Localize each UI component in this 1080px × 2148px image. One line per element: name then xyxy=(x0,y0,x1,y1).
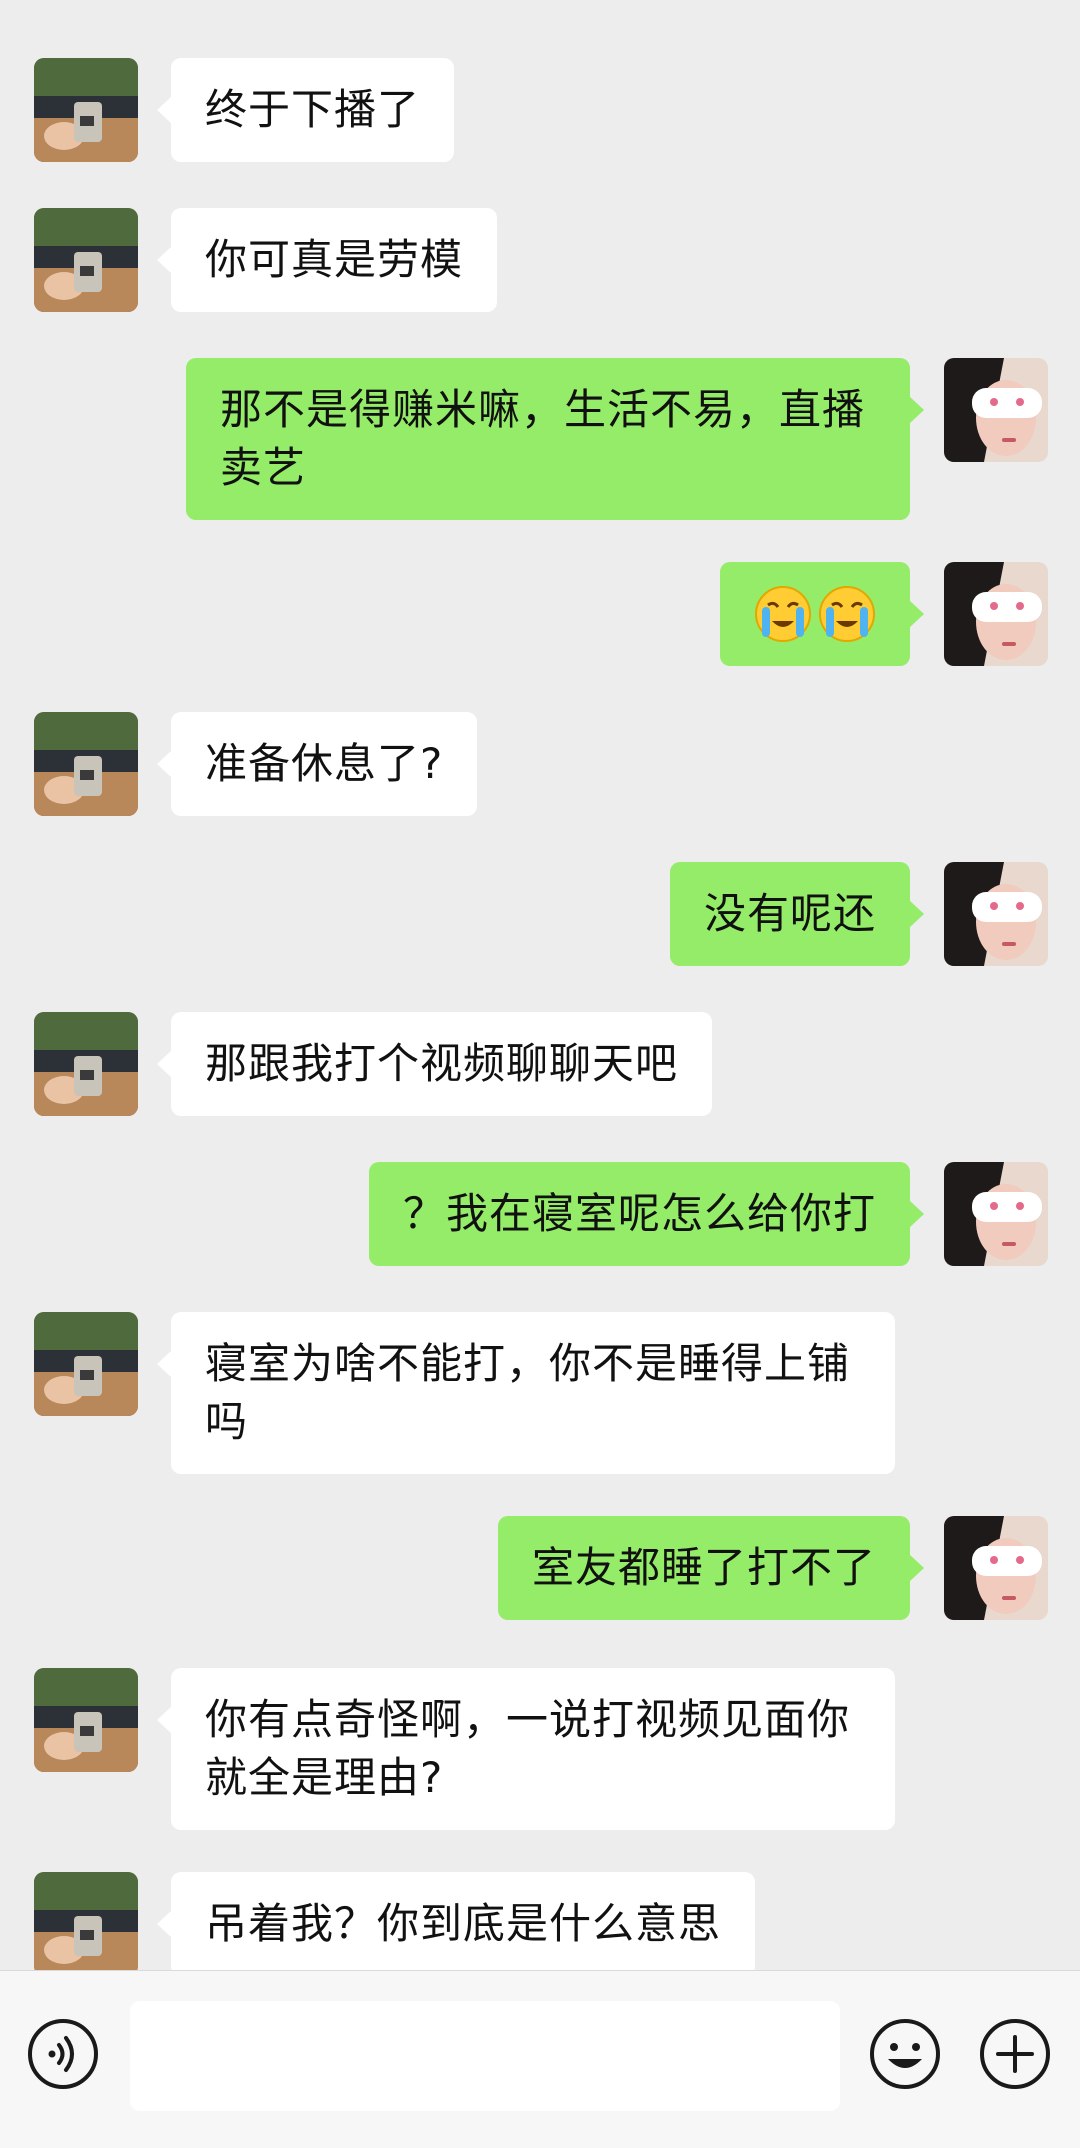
message-bubble-outgoing[interactable]: 那不是得赚米嘛，生活不易，直播卖艺 xyxy=(186,358,924,520)
message-row-incoming: 你有点奇怪啊，一说打视频见面你就全是理由? xyxy=(0,1668,1080,1830)
self-avatar[interactable] xyxy=(944,562,1048,666)
loudly-crying-face-icon xyxy=(755,586,811,642)
chat-input-bar xyxy=(0,1970,1080,2148)
message-row-incoming: 那跟我打个视频聊聊天吧 xyxy=(0,1012,1080,1116)
self-avatar[interactable] xyxy=(944,1516,1048,1620)
message-row-incoming: 你可真是劳模 xyxy=(0,208,1080,312)
message-bubble-incoming[interactable]: 准备休息了? xyxy=(156,712,478,816)
message-text: 吊着我？你到底是什么意思 xyxy=(205,1899,722,1948)
message-text: 寝室为啥不能打，你不是睡得上铺吗 xyxy=(205,1339,851,1446)
emoji-button[interactable] xyxy=(868,2017,942,2091)
self-avatar[interactable] xyxy=(944,862,1048,966)
message-text: 那不是得赚米嘛，生活不易，直播卖艺 xyxy=(220,385,866,492)
message-text: 准备休息了? xyxy=(205,739,444,788)
message-input[interactable] xyxy=(130,2001,840,2111)
contact-avatar[interactable] xyxy=(34,1668,138,1772)
chat-message-list[interactable]: 终于下播了 你可真是劳模 那不是得赚米嘛，生活不易，直播卖艺 准备休息了? 没有… xyxy=(0,0,1080,1970)
message-row-incoming: 准备休息了? xyxy=(0,712,1080,816)
contact-avatar[interactable] xyxy=(34,1012,138,1116)
message-bubble-incoming[interactable]: 那跟我打个视频聊聊天吧 xyxy=(156,1012,713,1116)
message-bubble-outgoing[interactable]: ？我在寝室呢怎么给你打 xyxy=(368,1162,925,1266)
message-row-incoming: 吊着我？你到底是什么意思 xyxy=(0,1872,1080,1970)
message-bubble-incoming[interactable]: 寝室为啥不能打，你不是睡得上铺吗 xyxy=(157,1312,895,1474)
message-text: 那跟我打个视频聊聊天吧 xyxy=(205,1039,679,1088)
contact-avatar[interactable] xyxy=(34,1872,138,1970)
self-avatar[interactable] xyxy=(944,1162,1048,1266)
message-row-outgoing: ？我在寝室呢怎么给你打 xyxy=(0,1162,1080,1266)
message-row-outgoing xyxy=(0,562,1080,666)
contact-avatar[interactable] xyxy=(34,58,138,162)
contact-avatar[interactable] xyxy=(34,712,138,816)
message-row-incoming: 终于下播了 xyxy=(0,58,1080,162)
loudly-crying-face-icon xyxy=(819,586,875,642)
message-row-incoming: 寝室为啥不能打，你不是睡得上铺吗 xyxy=(0,1312,1080,1474)
message-bubble-outgoing[interactable] xyxy=(720,562,924,666)
message-bubble-outgoing[interactable]: 室友都睡了打不了 xyxy=(497,1516,925,1620)
voice-input-icon xyxy=(48,2036,74,2072)
message-row-outgoing: 那不是得赚米嘛，生活不易，直播卖艺 xyxy=(0,358,1080,520)
message-bubble-outgoing[interactable]: 没有呢还 xyxy=(669,862,925,966)
message-bubble-incoming[interactable]: 终于下播了 xyxy=(156,58,455,162)
message-row-outgoing: 没有呢还 xyxy=(0,862,1080,966)
message-text: 室友都睡了打不了 xyxy=(531,1543,876,1592)
self-avatar[interactable] xyxy=(944,358,1048,462)
message-text: 终于下播了 xyxy=(205,85,421,134)
message-bubble-incoming[interactable]: 你可真是劳模 xyxy=(156,208,498,312)
message-text: ？我在寝室呢怎么给你打 xyxy=(402,1189,876,1238)
message-row-outgoing: 室友都睡了打不了 xyxy=(0,1516,1080,1620)
contact-avatar[interactable] xyxy=(34,1312,138,1416)
emoji-smile-icon xyxy=(870,2019,940,2089)
message-bubble-incoming[interactable]: 吊着我？你到底是什么意思 xyxy=(156,1872,756,1970)
message-bubble-incoming[interactable]: 你有点奇怪啊，一说打视频见面你就全是理由? xyxy=(157,1668,895,1830)
message-text: 你有点奇怪啊，一说打视频见面你就全是理由? xyxy=(205,1695,851,1802)
contact-avatar[interactable] xyxy=(34,208,138,312)
more-actions-button[interactable] xyxy=(978,2017,1052,2091)
message-text: 没有呢还 xyxy=(703,889,876,938)
plus-circle-icon xyxy=(980,2019,1050,2089)
message-text: 你可真是劳模 xyxy=(205,235,464,284)
voice-input-button[interactable] xyxy=(28,2019,98,2089)
